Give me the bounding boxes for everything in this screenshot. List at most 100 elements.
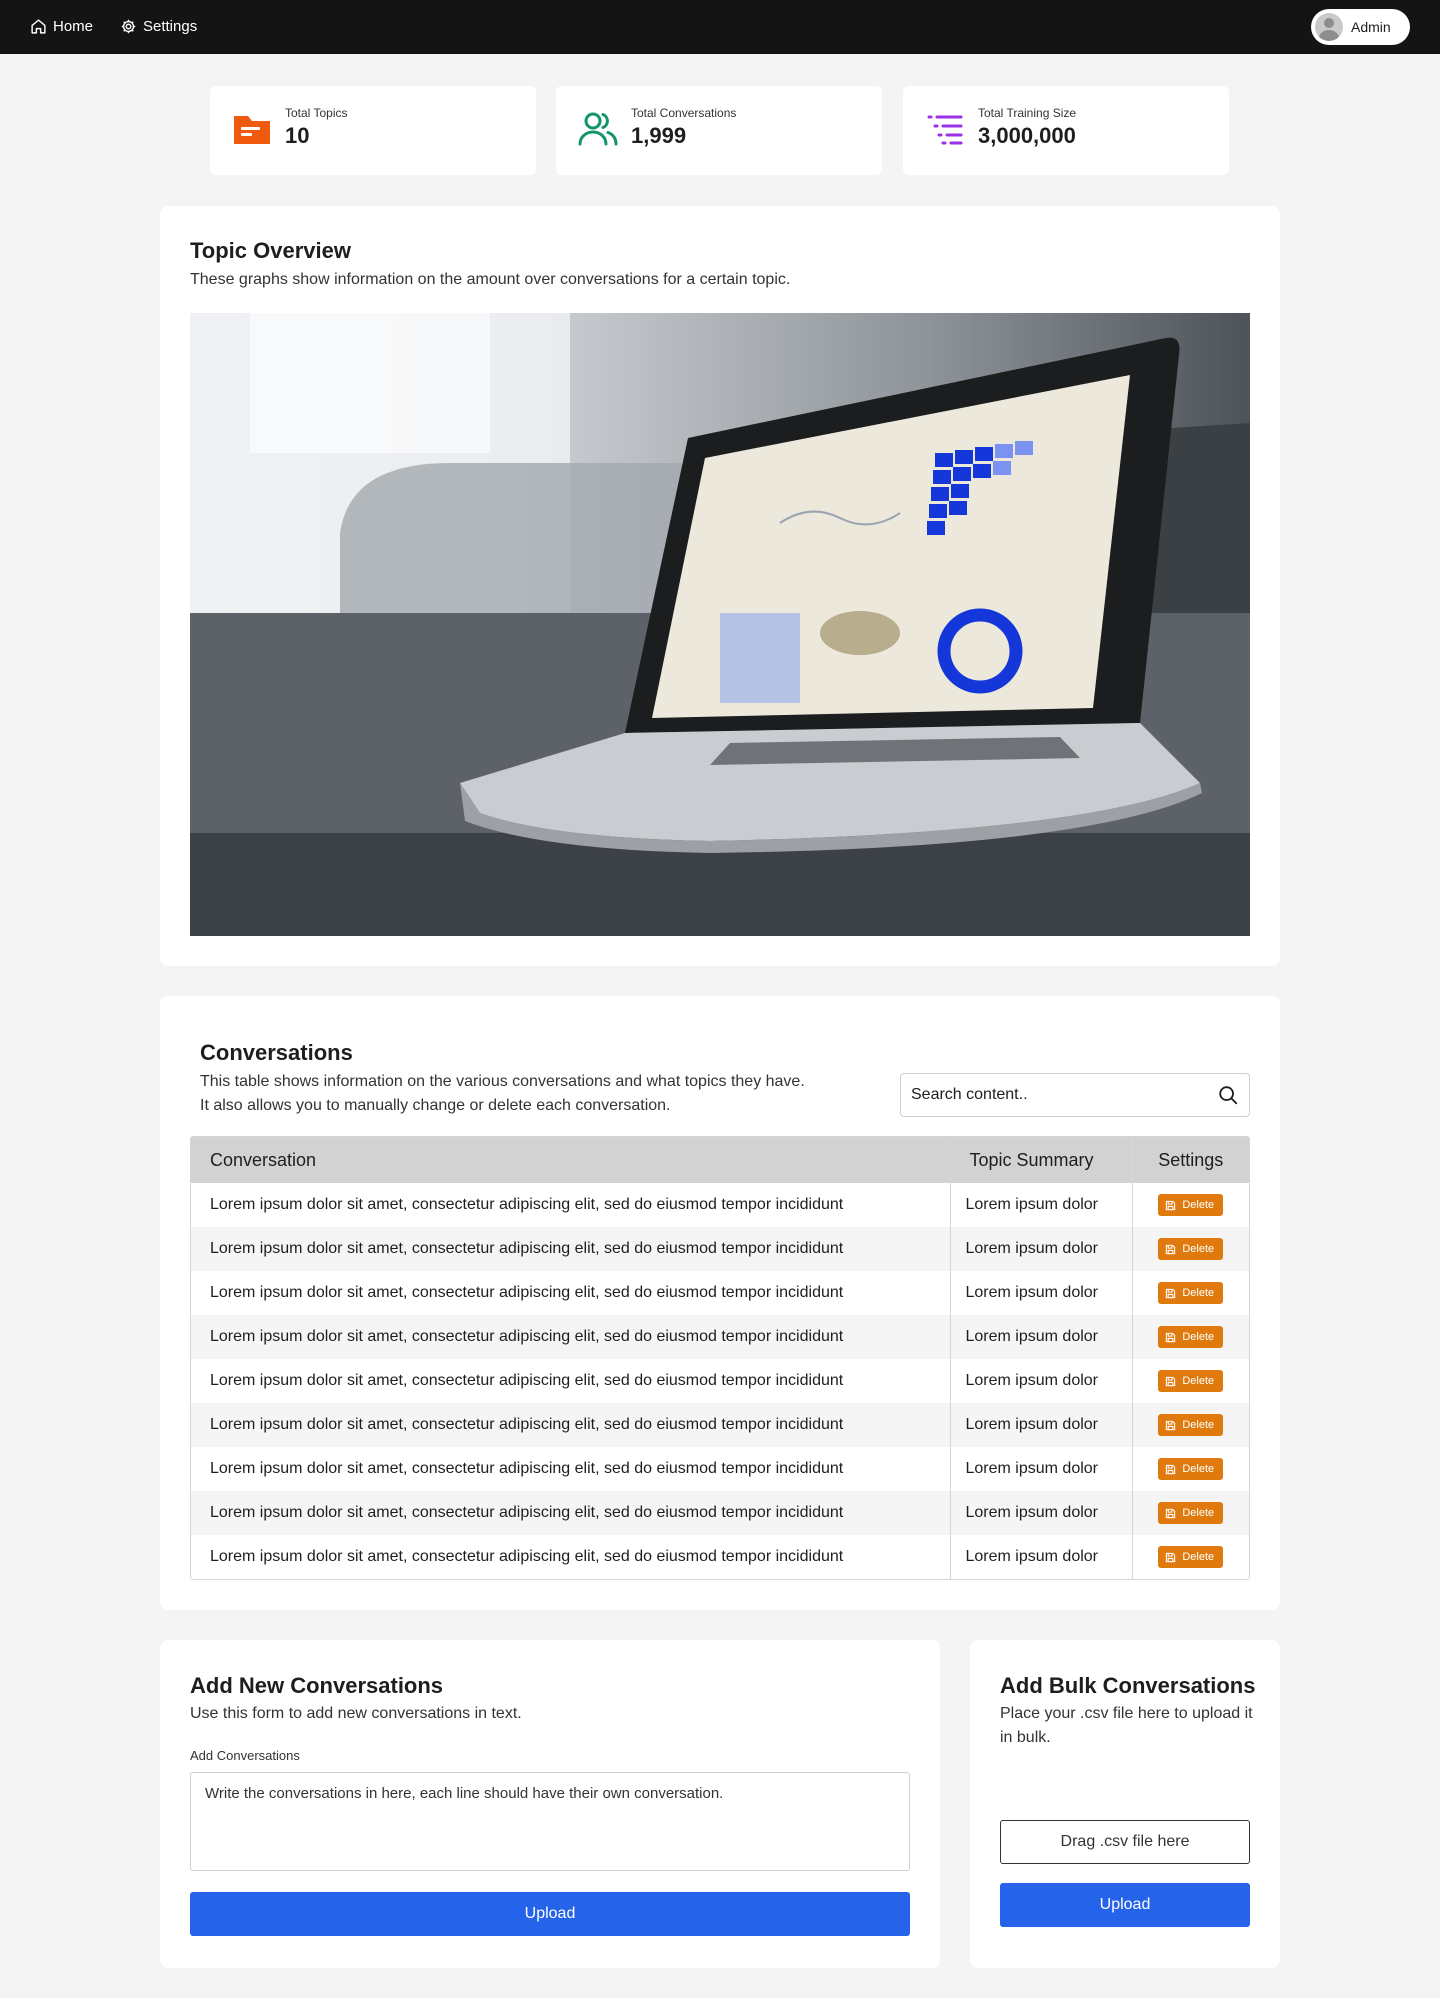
folder-icon	[234, 116, 270, 144]
delete-button-label: Delete	[1182, 1551, 1215, 1563]
add-bulk-description: Place your .csv file here to upload it i…	[1000, 1705, 1253, 1746]
search-input[interactable]	[911, 1086, 1217, 1104]
delete-button[interactable]: Delete	[1158, 1370, 1224, 1392]
save-icon	[1166, 1508, 1176, 1518]
table-row[interactable]: Lorem ipsum dolor sit amet, consectetur …	[191, 1227, 1249, 1271]
table-row[interactable]: Lorem ipsum dolor sit amet, consectetur …	[191, 1447, 1249, 1491]
topic-summary-cell: Lorem ipsum dolor	[950, 1447, 1133, 1491]
csv-drop-zone[interactable]: Drag .csv file here	[1000, 1820, 1250, 1864]
user-menu-button[interactable]: Admin	[1311, 9, 1410, 45]
save-icon	[1166, 1552, 1176, 1562]
stat-label: Total Topics	[285, 106, 348, 120]
table-row[interactable]: Lorem ipsum dolor sit amet, consectetur …	[191, 1535, 1249, 1579]
add-bulk-conversations-panel: Add Bulk Conversations Place your .csv f…	[970, 1640, 1280, 1968]
settings-cell: Delete	[1132, 1535, 1249, 1579]
delete-button[interactable]: Delete	[1158, 1458, 1224, 1480]
search-box	[900, 1073, 1250, 1117]
save-icon	[1166, 1420, 1176, 1430]
conversation-cell: Lorem ipsum dolor sit amet, consectetur …	[191, 1271, 951, 1315]
home-icon	[31, 19, 46, 34]
list-icon	[927, 115, 963, 145]
table-row[interactable]: Lorem ipsum dolor sit amet, consectetur …	[191, 1183, 1249, 1227]
add-new-conversations-panel: Add New Conversations Use this form to a…	[160, 1640, 940, 1968]
settings-cell: Delete	[1132, 1491, 1249, 1535]
table-row[interactable]: Lorem ipsum dolor sit amet, consectetur …	[191, 1315, 1249, 1359]
settings-cell: Delete	[1132, 1183, 1249, 1227]
topic-summary-cell: Lorem ipsum dolor	[950, 1403, 1133, 1447]
column-header-topic-summary[interactable]: Topic Summary	[950, 1137, 1133, 1183]
stat-label: Total Training Size	[978, 106, 1077, 120]
delete-button-label: Delete	[1182, 1463, 1215, 1475]
stat-value: 3,000,000	[978, 123, 1076, 148]
conversation-cell: Lorem ipsum dolor sit amet, consectetur …	[191, 1315, 951, 1359]
stat-card-conversations: Total Conversations 1,999	[556, 86, 882, 175]
save-icon	[1166, 1376, 1176, 1386]
delete-button-label: Delete	[1182, 1331, 1215, 1343]
avatar	[1315, 13, 1343, 41]
settings-cell: Delete	[1132, 1447, 1249, 1491]
add-new-description: Use this form to add new conversations i…	[190, 1705, 522, 1722]
delete-button-label: Delete	[1182, 1243, 1215, 1255]
settings-cell: Delete	[1132, 1359, 1249, 1403]
conversations-description-line1: This table shows information on the vari…	[200, 1073, 805, 1090]
column-header-conversation[interactable]: Conversation	[191, 1137, 951, 1183]
laptop-dashboard-photo	[190, 313, 1250, 936]
column-header-settings: Settings	[1132, 1137, 1249, 1183]
topic-summary-cell: Lorem ipsum dolor	[950, 1227, 1133, 1271]
table-row[interactable]: Lorem ipsum dolor sit amet, consectetur …	[191, 1271, 1249, 1315]
upload-csv-button[interactable]: Upload	[1000, 1883, 1250, 1927]
conversations-textarea[interactable]	[190, 1772, 910, 1871]
topic-overview-title: Topic Overview	[190, 238, 351, 263]
stat-card-topics: Total Topics 10	[210, 86, 536, 175]
settings-cell: Delete	[1132, 1271, 1249, 1315]
nav-settings-link[interactable]: Settings	[120, 18, 197, 35]
topic-overview-panel: Topic Overview These graphs show informa…	[160, 206, 1280, 966]
conversations-title: Conversations	[200, 1040, 353, 1065]
conversation-cell: Lorem ipsum dolor sit amet, consectetur …	[191, 1403, 951, 1447]
delete-button[interactable]: Delete	[1158, 1546, 1224, 1568]
table-row[interactable]: Lorem ipsum dolor sit amet, consectetur …	[191, 1403, 1249, 1447]
nav-home-label: Home	[53, 18, 94, 35]
delete-button-label: Delete	[1182, 1419, 1215, 1431]
gear-icon	[121, 19, 136, 34]
conversation-cell: Lorem ipsum dolor sit amet, consectetur …	[191, 1491, 951, 1535]
delete-button[interactable]: Delete	[1158, 1238, 1224, 1260]
delete-button[interactable]: Delete	[1158, 1282, 1224, 1304]
delete-button-label: Delete	[1182, 1375, 1215, 1387]
topic-summary-cell: Lorem ipsum dolor	[950, 1183, 1133, 1227]
conversations-table: Conversation Topic Summary Settings Lore…	[190, 1136, 1250, 1580]
table-row[interactable]: Lorem ipsum dolor sit amet, consectetur …	[191, 1359, 1249, 1403]
users-icon	[578, 112, 618, 146]
add-bulk-title: Add Bulk Conversations	[1000, 1673, 1256, 1698]
stat-label: Total Conversations	[631, 106, 737, 120]
save-icon	[1166, 1200, 1176, 1210]
conversation-cell: Lorem ipsum dolor sit amet, consectetur …	[191, 1535, 951, 1579]
delete-button-label: Delete	[1182, 1287, 1215, 1299]
topic-summary-cell: Lorem ipsum dolor	[950, 1535, 1133, 1579]
delete-button-label: Delete	[1182, 1199, 1215, 1211]
save-icon	[1166, 1332, 1176, 1342]
nav-settings-label: Settings	[143, 18, 198, 35]
delete-button[interactable]: Delete	[1158, 1414, 1224, 1436]
table-row[interactable]: Lorem ipsum dolor sit amet, consectetur …	[191, 1491, 1249, 1535]
settings-cell: Delete	[1132, 1315, 1249, 1359]
search-icon[interactable]	[1217, 1084, 1239, 1106]
upload-text-button[interactable]: Upload	[190, 1892, 910, 1936]
table-header-row: Conversation Topic Summary Settings	[191, 1137, 1249, 1183]
conversation-cell: Lorem ipsum dolor sit amet, consectetur …	[191, 1447, 951, 1491]
delete-button[interactable]: Delete	[1158, 1194, 1224, 1216]
settings-cell: Delete	[1132, 1227, 1249, 1271]
topic-summary-cell: Lorem ipsum dolor	[950, 1315, 1133, 1359]
topic-overview-description: These graphs show information on the amo…	[190, 271, 791, 288]
stat-value: 1,999	[631, 123, 687, 148]
conversations-panel: Conversations This table shows informati…	[160, 996, 1280, 1610]
top-nav: Home Settings Admin	[0, 0, 1440, 54]
stat-card-training-size: Total Training Size 3,000,000	[903, 86, 1229, 175]
user-name-label: Admin	[1351, 19, 1391, 35]
settings-cell: Delete	[1132, 1403, 1249, 1447]
save-icon	[1166, 1244, 1176, 1254]
conversation-cell: Lorem ipsum dolor sit amet, consectetur …	[191, 1227, 951, 1271]
delete-button[interactable]: Delete	[1158, 1502, 1224, 1524]
delete-button[interactable]: Delete	[1158, 1326, 1224, 1348]
nav-home-link[interactable]: Home	[30, 18, 93, 35]
